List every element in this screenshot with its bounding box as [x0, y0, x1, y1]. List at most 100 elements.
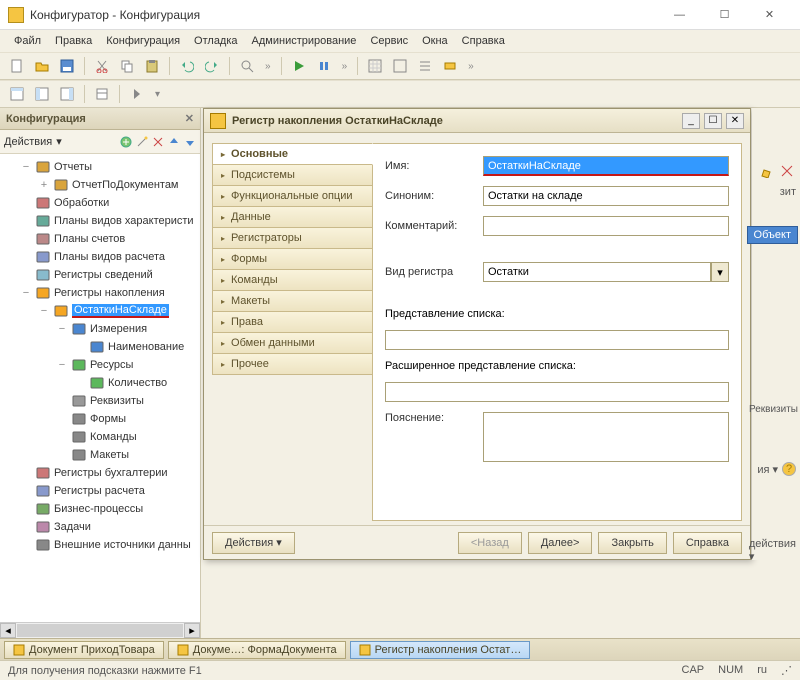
maximize-button[interactable]: ☐ — [702, 1, 747, 29]
scroll-thumb[interactable] — [17, 624, 183, 637]
taskbar-task[interactable]: Докуме…: ФормаДокумента — [168, 641, 346, 659]
dialog-tab[interactable]: ▸Основные — [212, 143, 373, 165]
tree-item[interactable]: Внешние источники данны — [2, 536, 198, 554]
scroll-left-icon[interactable]: ◂ — [0, 623, 16, 638]
bg-del-icon[interactable] — [780, 164, 796, 180]
panel-close-icon[interactable]: ✕ — [185, 112, 194, 125]
footer-actions-button[interactable]: Действия ▾ — [212, 532, 295, 554]
tree-toggle-icon[interactable]: − — [38, 305, 50, 317]
extlistrep-input[interactable] — [385, 382, 729, 402]
explain-textarea[interactable] — [483, 412, 729, 462]
config-tree[interactable]: −Отчеты+ОтчетПоДокументамОбработкиПланы … — [0, 154, 200, 622]
open-icon[interactable] — [31, 55, 53, 77]
synonym-input[interactable] — [483, 186, 729, 206]
crumb-icon[interactable] — [439, 55, 461, 77]
props-icon[interactable] — [91, 83, 113, 105]
layout2-icon[interactable] — [31, 83, 53, 105]
menu-edit[interactable]: Правка — [49, 33, 98, 49]
grid-icon[interactable] — [364, 55, 386, 77]
tree-item[interactable]: Формы — [2, 410, 198, 428]
dialog-tab[interactable]: ▸Подсистемы — [212, 164, 372, 186]
menu-windows[interactable]: Окна — [416, 33, 454, 49]
listrep-input[interactable] — [385, 330, 729, 350]
chevron-down-icon[interactable]: ▾ — [56, 135, 62, 148]
panel-add-icon[interactable] — [120, 136, 132, 148]
dialog-close-button[interactable]: ✕ — [726, 113, 744, 129]
tree-item[interactable]: −Ресурсы — [2, 356, 198, 374]
comment-input[interactable] — [483, 216, 729, 236]
footer-back-button[interactable]: <Назад — [458, 532, 522, 554]
dialog-tab[interactable]: ▸Макеты — [212, 290, 372, 312]
tree-item[interactable]: −Регистры накопления — [2, 284, 198, 302]
panel-actions-label[interactable]: Действия — [4, 136, 52, 148]
panel-up-icon[interactable] — [168, 136, 180, 148]
cut-icon[interactable] — [91, 55, 113, 77]
scroll-right-icon[interactable]: ▸ — [184, 623, 200, 638]
dialog-tab[interactable]: ▸Прочее — [212, 353, 372, 375]
dialog-tab[interactable]: ▸Команды — [212, 269, 372, 291]
copy-icon[interactable] — [116, 55, 138, 77]
redo-icon[interactable] — [201, 55, 223, 77]
tree-toggle-icon[interactable]: − — [20, 161, 32, 173]
bg-pencil-icon[interactable] — [760, 164, 776, 180]
save-icon[interactable] — [56, 55, 78, 77]
status-resize-grip[interactable]: ⋰ — [781, 664, 792, 677]
taskbar-task[interactable]: Регистр накопления Остат… — [350, 641, 531, 659]
status-lang[interactable]: ru — [757, 664, 767, 677]
toolbar-overflow-2[interactable]: » — [338, 61, 352, 72]
menu-config[interactable]: Конфигурация — [100, 33, 186, 49]
tree-item[interactable]: −Измерения — [2, 320, 198, 338]
list-icon[interactable] — [414, 55, 436, 77]
dialog-maximize-button[interactable]: ☐ — [704, 113, 722, 129]
dialog-tab[interactable]: ▸Формы — [212, 248, 372, 270]
tree-item[interactable]: Задачи — [2, 518, 198, 536]
debug-step-icon[interactable] — [313, 55, 335, 77]
regtype-dropdown-icon[interactable]: ▾ — [711, 262, 729, 282]
new-file-icon[interactable] — [6, 55, 28, 77]
tree-toggle-icon[interactable]: − — [56, 323, 68, 335]
tree-item[interactable]: Регистры бухгалтерии — [2, 464, 198, 482]
tree-item[interactable]: Регистры расчета — [2, 482, 198, 500]
grid2-icon[interactable] — [389, 55, 411, 77]
menu-service[interactable]: Сервис — [364, 33, 414, 49]
panel-del-icon[interactable] — [152, 136, 164, 148]
tree-item[interactable]: Наименование — [2, 338, 198, 356]
tree-item[interactable]: Количество — [2, 374, 198, 392]
tree-item[interactable]: Регистры сведений — [2, 266, 198, 284]
tree-item[interactable]: Команды — [2, 428, 198, 446]
tree-item[interactable]: Реквизиты — [2, 392, 198, 410]
dialog-tab[interactable]: ▸Функциональные опции — [212, 185, 372, 207]
tree-toggle-icon[interactable]: + — [38, 179, 50, 191]
close-button[interactable]: ✕ — [747, 1, 792, 29]
menu-help[interactable]: Справка — [456, 33, 511, 49]
menu-admin[interactable]: Администрирование — [246, 33, 363, 49]
dialog-tab[interactable]: ▸Обмен данными — [212, 332, 372, 354]
find-icon[interactable] — [236, 55, 258, 77]
tree-item[interactable]: Бизнес-процессы — [2, 500, 198, 518]
paste-icon[interactable] — [141, 55, 163, 77]
regtype-select[interactable]: ▾ — [483, 262, 729, 282]
layout1-icon[interactable] — [6, 83, 28, 105]
tree-toggle-icon[interactable]: − — [20, 287, 32, 299]
taskbar-task[interactable]: Документ ПриходТовара — [4, 641, 164, 659]
panel-down-icon[interactable] — [184, 136, 196, 148]
debug-start-icon[interactable] — [288, 55, 310, 77]
tree-item[interactable]: −Отчеты — [2, 158, 198, 176]
next-icon[interactable] — [126, 83, 148, 105]
bg-hint5[interactable]: действия ▾ — [749, 538, 796, 563]
toolbar-overflow-3[interactable]: » — [464, 61, 478, 72]
regtype-value[interactable] — [483, 262, 711, 282]
dialog-tab[interactable]: ▸Права — [212, 311, 372, 333]
tree-item[interactable]: Планы счетов — [2, 230, 198, 248]
tree-item[interactable]: +ОтчетПоДокументам — [2, 176, 198, 194]
tree-toggle-icon[interactable]: − — [56, 359, 68, 371]
dialog-minimize-button[interactable]: _ — [682, 113, 700, 129]
menu-file[interactable]: Файл — [8, 33, 47, 49]
undo-icon[interactable] — [176, 55, 198, 77]
dialog-tab[interactable]: ▸Данные — [212, 206, 372, 228]
name-input[interactable] — [483, 156, 729, 176]
tree-item[interactable]: Макеты — [2, 446, 198, 464]
tree-hscroll[interactable]: ◂ ▸ — [0, 622, 200, 638]
tree-item[interactable]: Планы видов расчета — [2, 248, 198, 266]
minimize-button[interactable]: — — [657, 1, 702, 29]
